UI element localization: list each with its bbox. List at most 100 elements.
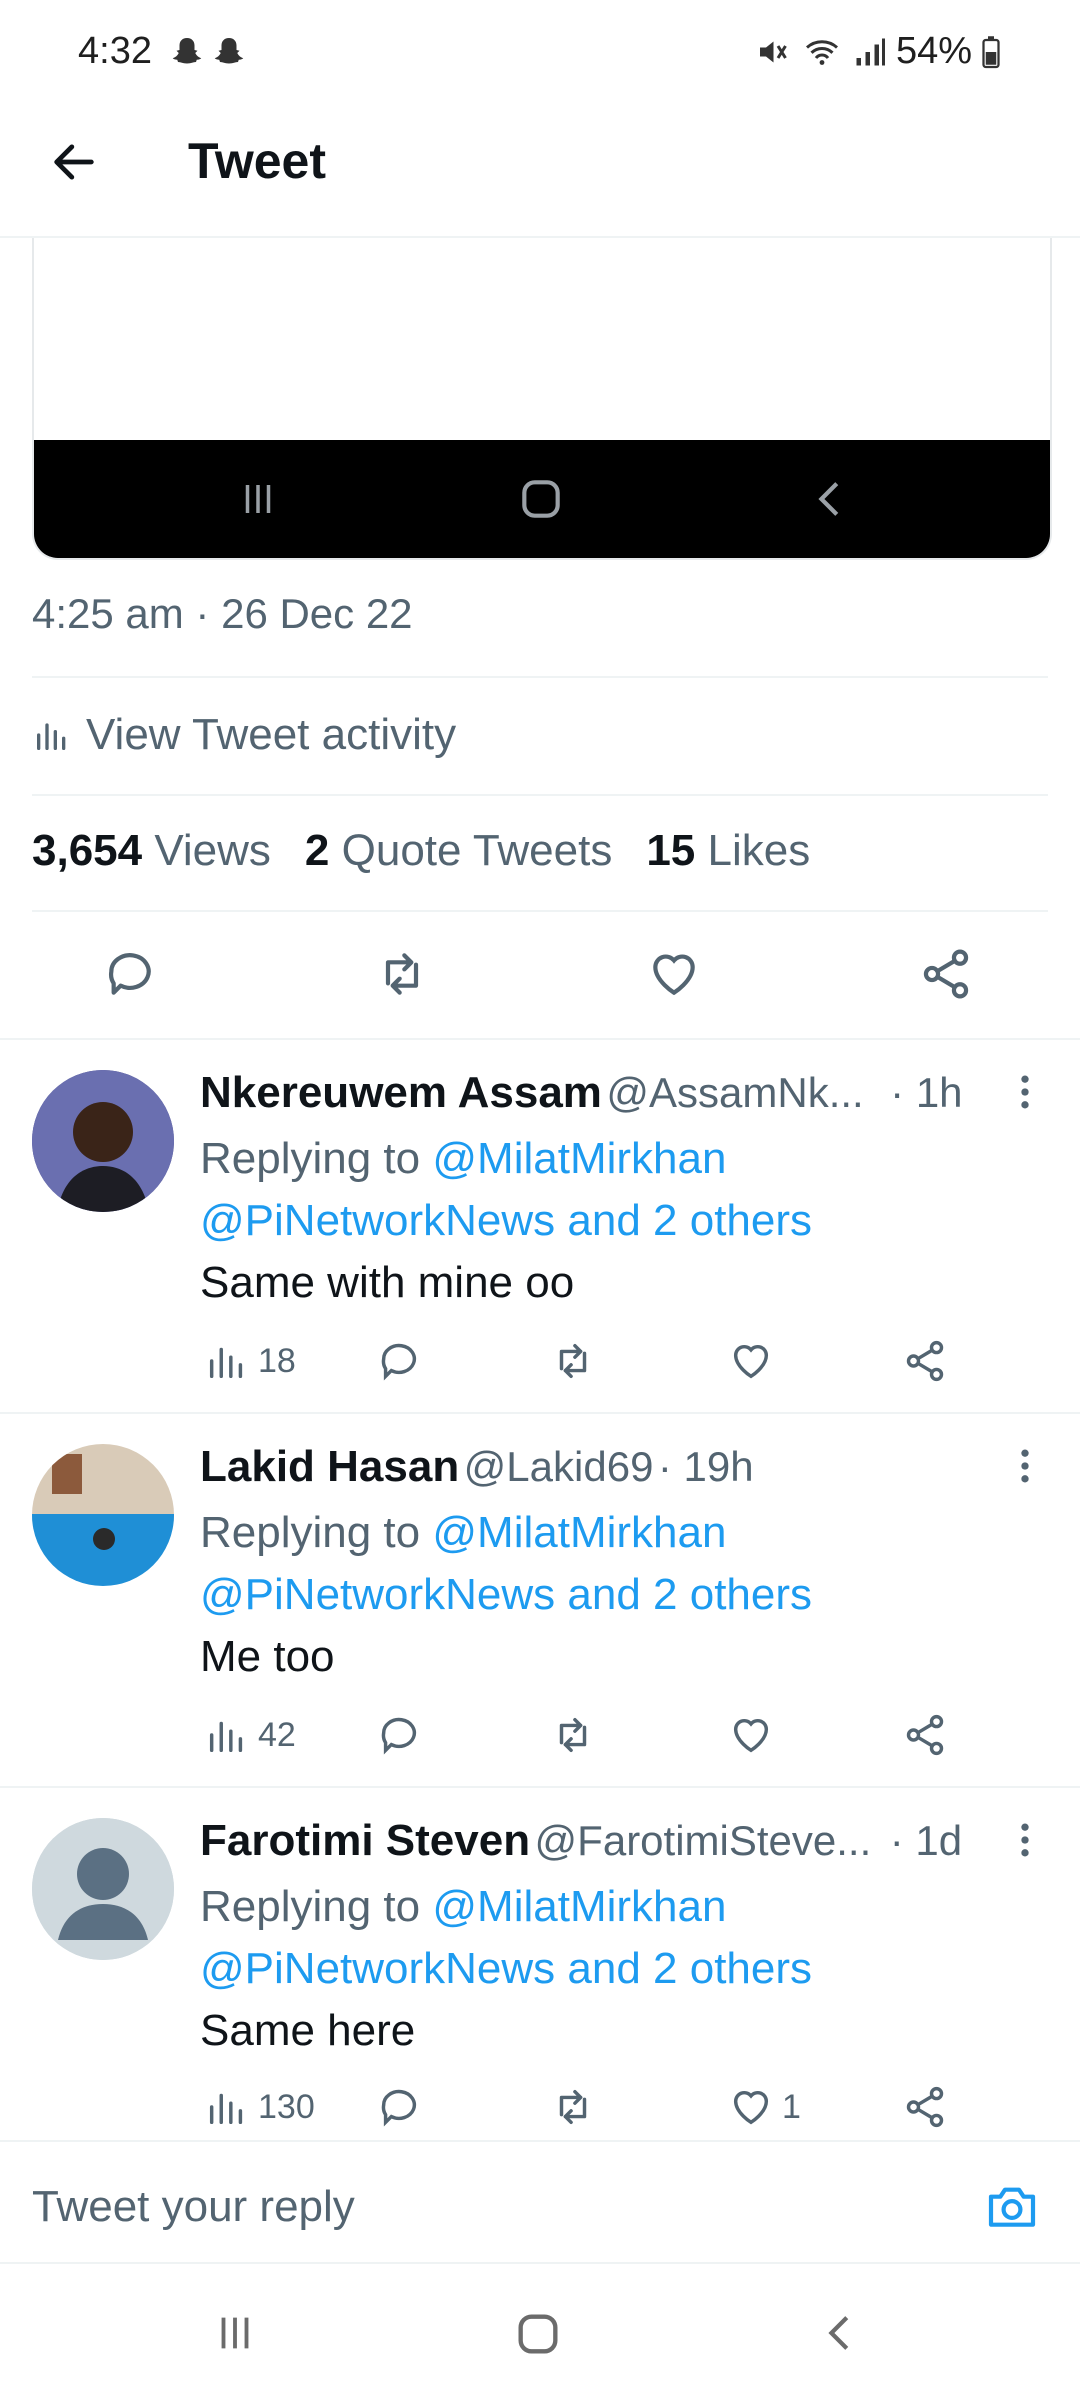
- likes-stat[interactable]: 15 Likes: [646, 826, 810, 876]
- retweet-icon[interactable]: [550, 2084, 596, 2130]
- retweet-icon[interactable]: [550, 1338, 596, 1384]
- views-count: 18: [258, 1341, 296, 1380]
- likes-label: Likes: [707, 826, 811, 875]
- retweet-icon[interactable]: [550, 1712, 596, 1758]
- notification-icons: [169, 35, 247, 71]
- reply-input[interactable]: Tweet your reply: [32, 2182, 355, 2232]
- avatar[interactable]: [32, 1818, 174, 1960]
- reply-icon[interactable]: [102, 946, 158, 1002]
- tweet-media[interactable]: [32, 238, 1052, 560]
- recents-button[interactable]: [210, 2310, 260, 2356]
- analytics-icon: [209, 2093, 243, 2125]
- analytics-icon: [209, 1347, 243, 1379]
- replying-to-label: Replying to: [200, 1882, 421, 1931]
- tweet-stats: 3,654 Views 2 Quote Tweets 15 Likes: [32, 826, 810, 876]
- system-nav-bar: [0, 2262, 1080, 2402]
- views-button[interactable]: 42: [204, 1712, 296, 1758]
- reply-actions: 42: [200, 1706, 960, 1762]
- reply-author-name[interactable]: Farotimi Steven: [200, 1816, 530, 1865]
- views-count: 42: [258, 1715, 296, 1754]
- reply-item[interactable]: Nkereuwem Assam @AssamNk... · 1h Replyin…: [0, 1040, 1080, 1412]
- reply-author-name[interactable]: Lakid Hasan: [200, 1442, 459, 1491]
- replying-to: Replying to @MilatMirkhan @PiNetworkNews…: [200, 1128, 1040, 1252]
- views-stat[interactable]: 3,654 Views: [32, 826, 271, 876]
- analytics-icon: [209, 1721, 243, 1753]
- page-title: Tweet: [188, 133, 326, 189]
- analytics-icon: [37, 723, 66, 750]
- more-icon[interactable]: [1010, 1070, 1040, 1114]
- replying-to-user-link[interactable]: @MilatMirkhan: [432, 1882, 726, 1931]
- home-icon: [522, 480, 560, 518]
- clock: 4:32: [78, 30, 152, 72]
- replying-to: Replying to @MilatMirkhan @PiNetworkNews…: [200, 1502, 1040, 1626]
- like-icon: [733, 2090, 769, 2125]
- system-back-button[interactable]: [818, 2310, 864, 2356]
- divider: [32, 794, 1048, 796]
- more-icon[interactable]: [1010, 1444, 1040, 1488]
- mute-icon: [759, 41, 787, 62]
- replying-to-others-link[interactable]: @PiNetworkNews and 2 others: [200, 1570, 812, 1619]
- share-icon[interactable]: [902, 1712, 948, 1758]
- reply-actions: 18: [200, 1332, 960, 1388]
- avatar-image: [32, 1070, 174, 1212]
- reply-author-handle[interactable]: @FarotimiSteve...: [535, 1817, 872, 1864]
- snapchat-icon: [172, 37, 201, 64]
- tweet-actions: [32, 940, 1048, 1010]
- reply-text: Same here: [200, 2006, 416, 2055]
- reply-header: Nkereuwem Assam @AssamNk... · 1h: [200, 1068, 1030, 1118]
- reply-text: Me too: [200, 1632, 335, 1681]
- reply-actions: 130 1: [200, 2078, 960, 2134]
- divider: [32, 910, 1048, 912]
- views-button[interactable]: 18: [204, 1338, 296, 1384]
- likes-count: 15: [646, 826, 696, 875]
- quote-tweets-count: 2: [304, 826, 330, 875]
- reply-author-handle[interactable]: @Lakid69: [464, 1443, 654, 1490]
- views-label: Views: [154, 826, 271, 875]
- quote-tweets-label: Quote Tweets: [341, 826, 613, 875]
- share-icon[interactable]: [902, 2084, 948, 2130]
- like-icon[interactable]: [646, 946, 702, 1002]
- replying-to-others-link[interactable]: @PiNetworkNews and 2 others: [200, 1944, 812, 1993]
- retweet-icon[interactable]: [374, 946, 430, 1002]
- more-icon[interactable]: [1010, 1818, 1040, 1862]
- tweet-timestamp: 4:25 am · 26 Dec 22: [32, 590, 413, 637]
- back-button[interactable]: [48, 136, 100, 188]
- like-icon[interactable]: [728, 1712, 774, 1758]
- reply-author-handle[interactable]: @AssamNk...: [606, 1069, 863, 1116]
- reply-item[interactable]: Lakid Hasan @Lakid69 · 19h Replying to @…: [0, 1414, 1080, 1788]
- reply-author-name[interactable]: Nkereuwem Assam: [200, 1068, 602, 1117]
- camera-icon[interactable]: [984, 2178, 1040, 2234]
- reply-header: Lakid Hasan @Lakid69 · 19h: [200, 1442, 1030, 1492]
- share-icon[interactable]: [902, 1338, 948, 1384]
- replying-to-others-link[interactable]: @PiNetworkNews and 2 others: [200, 1196, 812, 1245]
- view-tweet-activity-label: View Tweet activity: [86, 710, 457, 759]
- home-button[interactable]: [512, 2308, 564, 2360]
- share-icon[interactable]: [918, 946, 974, 1002]
- avatar[interactable]: [32, 1444, 174, 1586]
- replying-to-label: Replying to: [200, 1508, 421, 1557]
- reply-time: · 1h: [890, 1069, 963, 1116]
- view-tweet-activity-link[interactable]: View Tweet activity: [32, 710, 456, 760]
- quote-tweets-stat[interactable]: 2 Quote Tweets: [305, 826, 612, 876]
- back-arrow-icon: [54, 144, 94, 180]
- like-icon[interactable]: [728, 1338, 774, 1384]
- back-icon: [818, 482, 839, 516]
- reply-item[interactable]: Farotimi Steven @FarotimiSteve... · 1d R…: [0, 1788, 1080, 2140]
- battery-level: 54%: [895, 30, 972, 72]
- recents-icon: [245, 485, 271, 513]
- reply-text: Same with mine oo: [200, 1258, 575, 1307]
- views-button[interactable]: 130: [204, 2084, 315, 2130]
- likes-count: 1: [782, 2087, 801, 2126]
- reply-icon[interactable]: [376, 1338, 422, 1384]
- reply-icon[interactable]: [376, 1712, 422, 1758]
- reply-time: · 1d: [889, 1817, 963, 1864]
- replying-to-user-link[interactable]: @MilatMirkhan: [432, 1134, 726, 1183]
- avatar-image: [32, 1444, 174, 1586]
- replying-to-user-link[interactable]: @MilatMirkhan: [432, 1508, 726, 1557]
- media-nav-bar: [34, 440, 1050, 558]
- avatar[interactable]: [32, 1070, 174, 1212]
- reply-icon[interactable]: [376, 2084, 422, 2130]
- like-button[interactable]: 1: [728, 2084, 801, 2130]
- wifi-icon: [805, 39, 838, 65]
- replying-to: Replying to @MilatMirkhan @PiNetworkNews…: [200, 1876, 1040, 2000]
